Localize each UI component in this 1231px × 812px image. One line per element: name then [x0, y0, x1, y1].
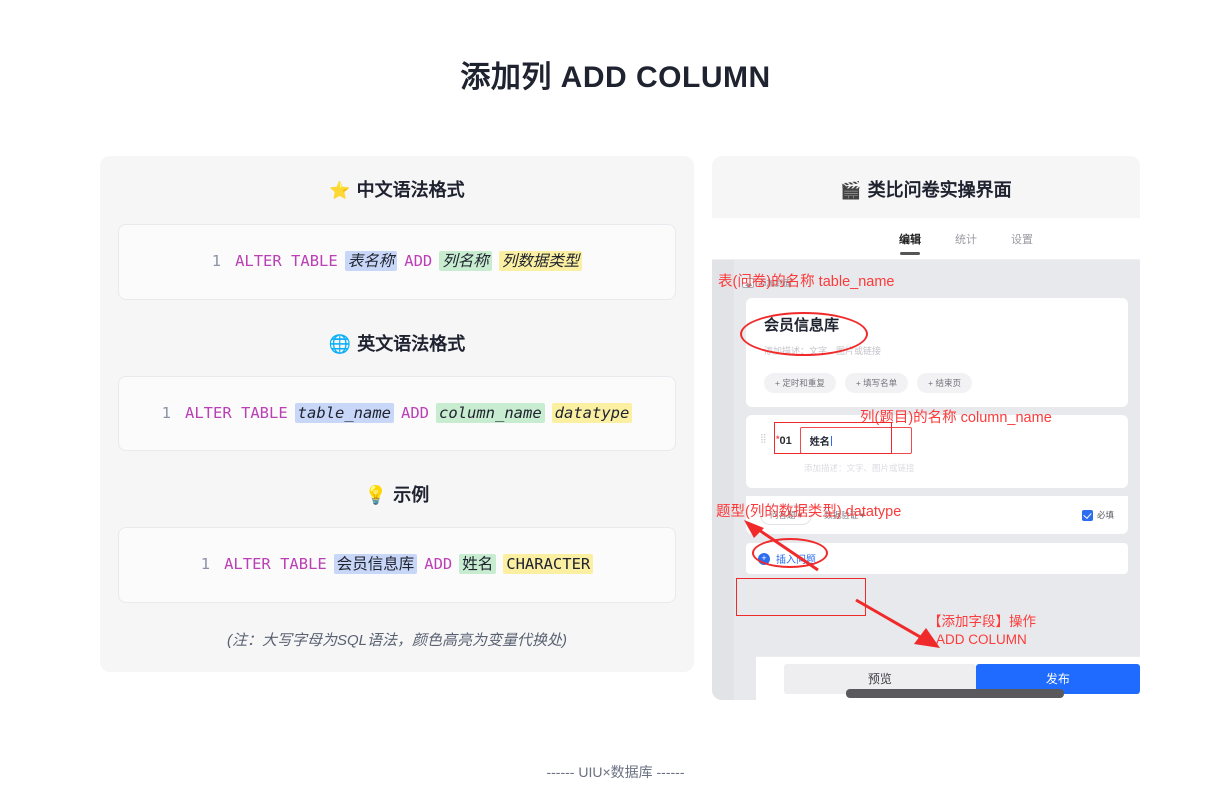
token-column-name: column_name	[436, 402, 545, 423]
token-column-name: 列名称	[439, 251, 492, 271]
token-datatype: 列数据类型	[498, 251, 583, 271]
required-toggle[interactable]: 必填	[1081, 509, 1114, 521]
demo-panel: 🎬 类比问卷实操界面 编辑 统计 设置 添加封面 会员信息库 添加描述：文字、图…	[712, 156, 1140, 700]
sql-keyword-alter-table: ALTER TABLE	[224, 555, 327, 574]
code-line-example: 1 ALTER TABLE 会员信息库 ADD 姓名 CHARACTER	[201, 554, 594, 576]
image-icon	[742, 278, 754, 288]
section-heading-chinese-label: 中文语法格式	[356, 180, 465, 200]
code-line-english: 1 ALTER TABLE table_name ADD column_name data…	[161, 402, 633, 425]
form-chip-row: + 定时和重复 + 填写名单 + 结束页	[764, 373, 1110, 393]
line-number: 1	[211, 252, 222, 270]
plus-circle-icon: +	[758, 552, 770, 565]
tab-statistics[interactable]: 统计	[955, 231, 977, 247]
token-table-name: table_name	[294, 402, 394, 423]
data-validation-select[interactable]: 数据验证 ▾	[824, 509, 865, 521]
app-topbar-row: 添加封面	[734, 268, 1140, 298]
sql-keyword-add: ADD	[424, 555, 453, 574]
question-row: ⣿ *01 姓名	[760, 427, 1114, 454]
syntax-panel: ⭐ 中文语法格式 1 ALTER TABLE 表名称 ADD 列名称 列数据类型 🌐 英文语法…	[100, 156, 694, 673]
section-heading-english: 🌐 英文语法格式	[118, 330, 676, 356]
drag-handle-icon[interactable]: ⣿	[760, 433, 768, 447]
checkbox-icon[interactable]	[1081, 509, 1093, 521]
required-label: 必填	[1096, 510, 1114, 520]
question-index: *01	[776, 434, 792, 447]
question-title-input[interactable]: 姓名	[799, 427, 912, 454]
app-body: 添加封面 会员信息库 添加描述：文字、图片或链接 + 定时和重复 + 填写名单 …	[712, 260, 1140, 700]
code-block-english[interactable]: 1 ALTER TABLE table_name ADD column_name data…	[118, 375, 676, 452]
page-title: 添加列 ADD COLUMN	[460, 61, 771, 94]
chip-roster[interactable]: + 填写名单	[844, 373, 909, 393]
lightbulb-icon: 💡	[364, 485, 388, 506]
add-cover-button[interactable]: 添加封面	[742, 277, 792, 289]
code-block-example[interactable]: 1 ALTER TABLE 会员信息库 ADD 姓名 CHARACTER	[118, 527, 676, 604]
demo-panel-heading-label: 类比问卷实操界面	[867, 180, 1012, 200]
section-heading-example-label: 示例	[393, 485, 430, 506]
tab-settings[interactable]: 设置	[1011, 231, 1033, 247]
insert-question-button[interactable]: + 插入问题	[758, 551, 816, 566]
token-datatype: CHARACTER	[503, 554, 594, 575]
star-icon: ⭐	[329, 181, 351, 200]
code-block-chinese[interactable]: 1 ALTER TABLE 表名称 ADD 列名称 列数据类型	[118, 224, 676, 300]
add-cover-label: 添加封面	[758, 278, 793, 288]
text-caret	[830, 436, 832, 446]
globe-icon: 🌐	[328, 333, 352, 354]
tab-edit[interactable]: 编辑	[899, 231, 921, 247]
form-title[interactable]: 会员信息库	[764, 314, 1110, 335]
sql-keyword-alter-table: ALTER TABLE	[235, 252, 338, 270]
sql-keyword-add: ADD	[404, 252, 433, 270]
app-tabbar: 编辑 统计 设置	[712, 218, 1140, 260]
syntax-note: (注：大写字母为SQL语法，颜色高亮为变量代换处)	[226, 632, 567, 650]
content-columns: ⭐ 中文语法格式 1 ALTER TABLE 表名称 ADD 列名称 列数据类型 🌐 英文语法…	[100, 156, 1140, 700]
section-heading-english-label: 英文语法格式	[357, 333, 466, 354]
app-screenshot: 编辑 统计 设置 添加封面 会员信息库 添加描述：文字、图片或链接 + 定时和重…	[712, 218, 1140, 700]
question-options-row: 问答题 ▾ 数据验证 ▾ 必填	[746, 496, 1128, 534]
form-header-card: 会员信息库 添加描述：文字、图片或链接 + 定时和重复 + 填写名单 + 结束页	[746, 298, 1128, 407]
insert-question-row: + 插入问题	[746, 543, 1128, 574]
insert-question-label: 插入问题	[776, 555, 816, 566]
line-number: 1	[161, 403, 172, 422]
chip-schedule[interactable]: + 定时和重复	[764, 373, 836, 393]
chip-end-page[interactable]: + 结束页	[917, 373, 972, 393]
app-left-rail	[712, 260, 734, 700]
clapperboard-icon: 🎬	[840, 181, 862, 200]
app-main: 添加封面 会员信息库 添加描述：文字、图片或链接 + 定时和重复 + 填写名单 …	[734, 260, 1140, 700]
question-index-number: 01	[779, 435, 792, 447]
code-line-chinese: 1 ALTER TABLE 表名称 ADD 列名称 列数据类型	[212, 251, 583, 273]
token-table-name: 会员信息库	[333, 554, 418, 575]
horizontal-scrollbar[interactable]	[846, 689, 1064, 698]
form-description-placeholder[interactable]: 添加描述：文字、图片或链接	[764, 344, 1110, 357]
question-card: ⣿ *01 姓名 添加描述：文字、图片或链接	[746, 415, 1128, 488]
sql-keyword-add: ADD	[401, 403, 429, 422]
section-heading-example: 💡 示例	[118, 481, 676, 507]
question-type-select[interactable]: 问答题 ▾	[760, 505, 813, 525]
demo-panel-heading: 🎬 类比问卷实操界面	[712, 176, 1140, 202]
page-root: 添加列 ADD COLUMN ⭐ 中文语法格式 1 ALTER TABLE 表名称 AD…	[0, 0, 1231, 812]
line-number: 1	[200, 555, 211, 574]
sql-keyword-alter-table: ALTER TABLE	[185, 403, 288, 422]
question-description-placeholder[interactable]: 添加描述：文字、图片或链接	[804, 462, 1114, 474]
token-table-name: 表名称	[344, 251, 398, 271]
question-title-value: 姓名	[809, 437, 830, 448]
token-datatype: datatype	[551, 402, 633, 423]
section-heading-chinese: ⭐ 中文语法格式	[118, 176, 676, 202]
page-footer: ------ UIU×数据库 ------	[546, 764, 685, 780]
token-column-name: 姓名	[459, 554, 497, 575]
